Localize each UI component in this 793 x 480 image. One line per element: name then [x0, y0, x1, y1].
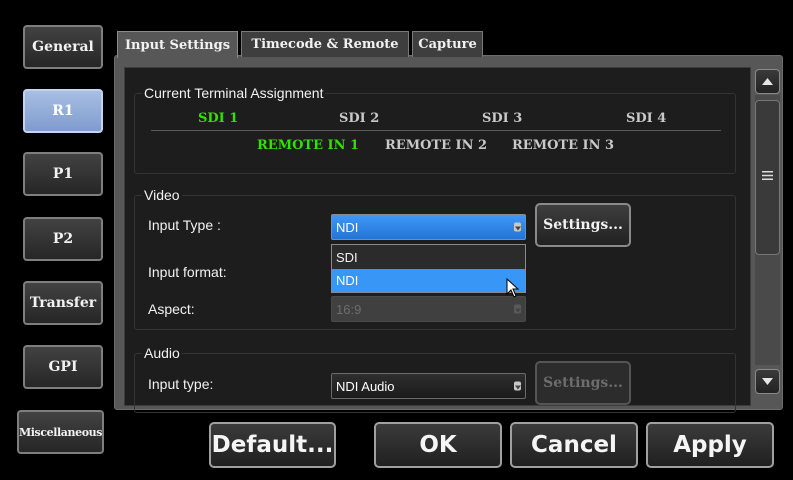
- sdi-2-label: SDI 2: [339, 111, 380, 126]
- terminal-assignment-group: [134, 93, 736, 174]
- aspect-value: 16:9: [336, 301, 362, 317]
- input-format-label: Input format:: [148, 264, 227, 280]
- video-input-type-value: NDI: [336, 219, 359, 235]
- audio-input-type-select[interactable]: NDI Audio: [331, 373, 526, 399]
- sidebar-item-r1[interactable]: R1: [23, 89, 103, 133]
- tab-input-settings[interactable]: Input Settings: [117, 31, 238, 58]
- sidebar-item-miscellaneous[interactable]: Miscellaneous: [17, 410, 104, 454]
- default-button[interactable]: Default...: [209, 422, 336, 468]
- video-input-type-select[interactable]: NDI: [331, 214, 526, 240]
- remote-in-3-label: REMOTE IN 3: [512, 138, 615, 153]
- sdi-3-label: SDI 3: [482, 111, 523, 126]
- audio-input-type-value: NDI Audio: [336, 378, 395, 394]
- sidebar-item-gpi[interactable]: GPI: [23, 345, 103, 389]
- sidebar-item-p1[interactable]: P1: [23, 152, 103, 196]
- aspect-label: Aspect:: [148, 301, 195, 317]
- chevron-down-icon: [514, 222, 521, 232]
- apply-button[interactable]: Apply: [646, 422, 774, 468]
- mouse-pointer-icon: [506, 278, 520, 298]
- cancel-button[interactable]: Cancel: [510, 422, 638, 468]
- chevron-down-icon: [514, 304, 521, 314]
- remote-in-2-label: REMOTE IN 2: [385, 138, 488, 153]
- terminal-divider: [151, 130, 721, 131]
- ok-button[interactable]: OK: [374, 422, 502, 468]
- aspect-select[interactable]: 16:9: [331, 296, 526, 322]
- triangle-up-icon: [762, 78, 773, 85]
- triangle-down-icon: [762, 378, 773, 385]
- sidebar-item-transfer[interactable]: Transfer: [23, 281, 103, 325]
- dropdown-option-ndi[interactable]: NDI: [332, 269, 525, 292]
- sidebar-item-p2[interactable]: P2: [23, 217, 103, 261]
- audio-input-type-label: Input type:: [148, 376, 214, 392]
- video-settings-button[interactable]: Settings...: [535, 203, 631, 247]
- sidebar-item-general[interactable]: General: [23, 25, 103, 69]
- tab-timecode-remote[interactable]: Timecode & Remote: [241, 31, 409, 57]
- audio-title: Audio: [142, 345, 182, 361]
- chevron-down-icon: [514, 381, 521, 391]
- sdi-4-label: SDI 4: [626, 111, 667, 126]
- scroll-down-button[interactable]: [755, 369, 780, 394]
- audio-settings-button[interactable]: Settings...: [535, 361, 631, 405]
- terminal-assignment-title: Current Terminal Assignment: [142, 85, 326, 101]
- sdi-1-label: SDI 1: [198, 111, 239, 126]
- remote-in-1-label: REMOTE IN 1: [257, 138, 360, 153]
- scroll-up-button[interactable]: [755, 69, 780, 94]
- tab-capture[interactable]: Capture: [412, 31, 483, 57]
- grip-lines-icon: [762, 171, 773, 180]
- input-type-dropdown: SDI NDI: [331, 244, 526, 293]
- input-type-label: Input Type :: [148, 217, 221, 233]
- dropdown-option-sdi[interactable]: SDI: [332, 246, 525, 269]
- video-title: Video: [142, 187, 182, 203]
